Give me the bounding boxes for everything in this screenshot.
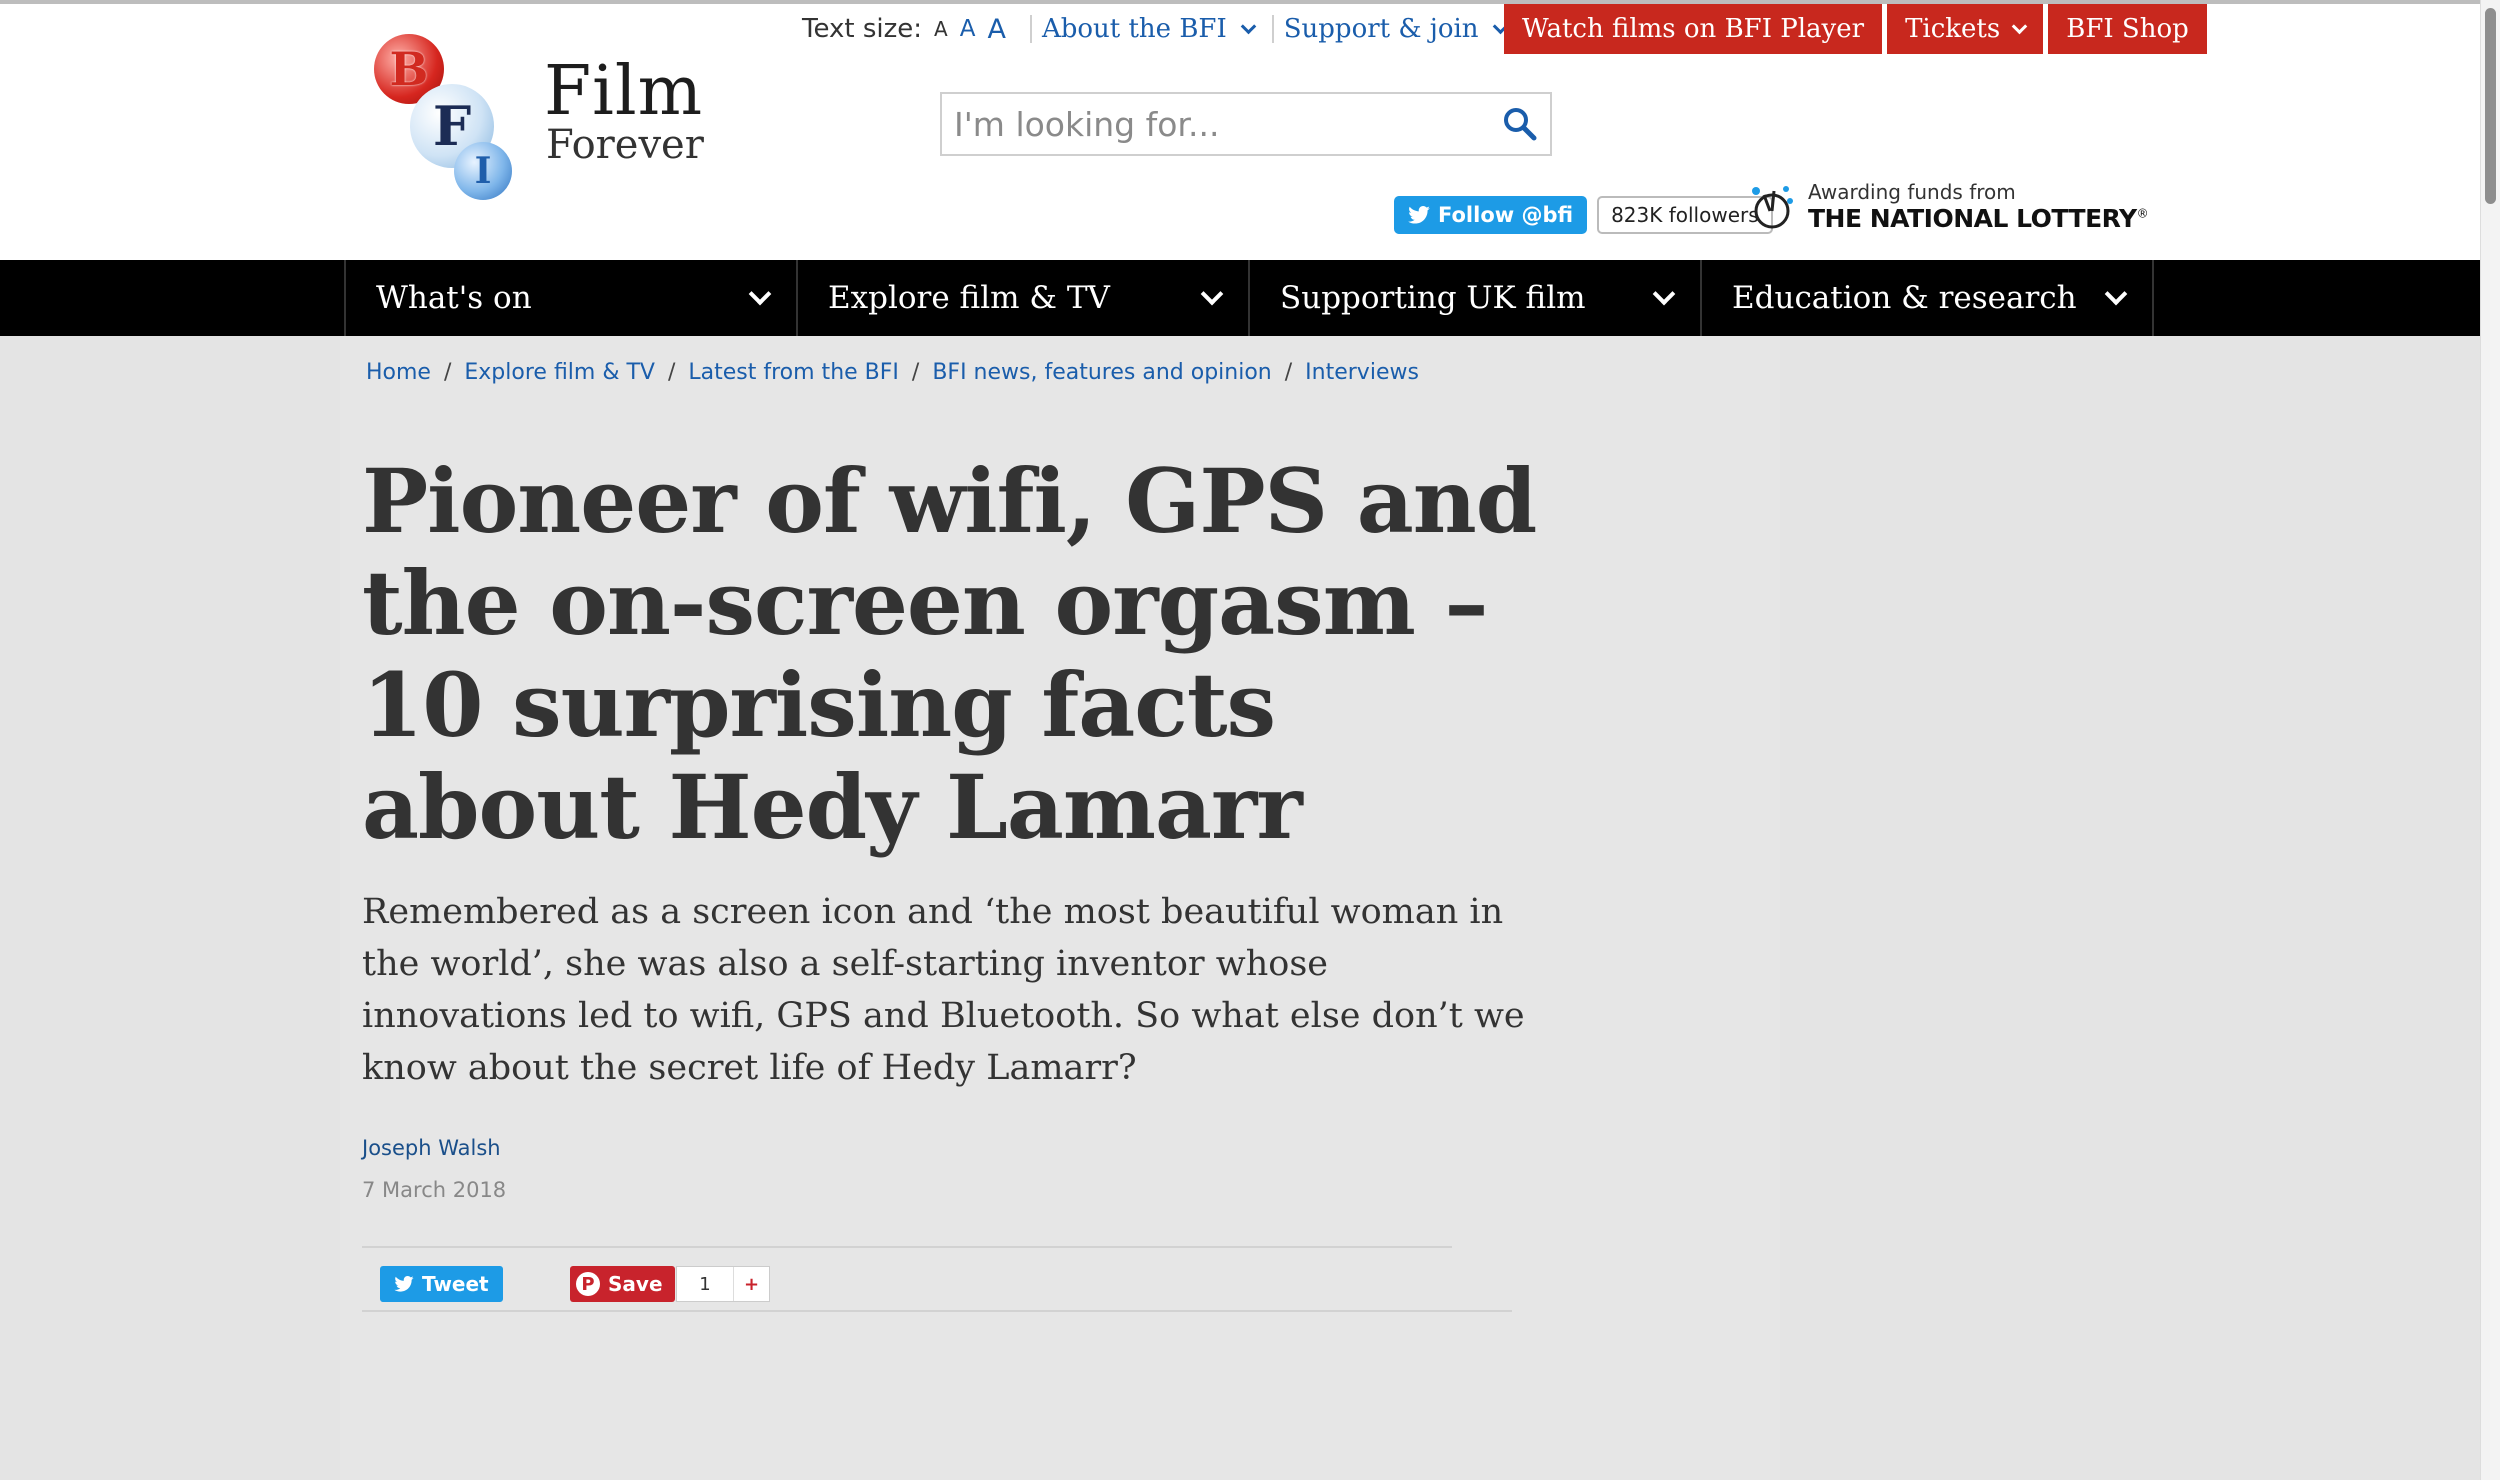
bfi-logo[interactable]: B F I Film Forever xyxy=(368,26,708,206)
breadcrumb-separator: / xyxy=(667,360,676,385)
share-divider-bottom xyxy=(362,1310,1512,1312)
logo-letter-i: I xyxy=(474,150,492,192)
breadcrumb-separator: / xyxy=(1284,360,1293,385)
about-bfi-link[interactable]: About the BFI xyxy=(1042,14,1260,44)
nav-explore-film-tv[interactable]: Explore film & TV xyxy=(796,260,1248,336)
utility-bar: Text size: A A A About the BFI Support &… xyxy=(802,6,1512,52)
twitter-follow-button[interactable]: Follow @bfi xyxy=(1394,196,1588,234)
lottery-line2: THE NATIONAL LOTTERY® xyxy=(1808,204,2149,233)
search-icon[interactable] xyxy=(1490,94,1550,154)
article-author[interactable]: Joseph Walsh xyxy=(362,1136,501,1160)
breadcrumb-bfi-news[interactable]: BFI news, features and opinion xyxy=(932,360,1271,385)
logo-film-text: Film xyxy=(544,52,704,131)
save-label: Save xyxy=(608,1272,663,1296)
action-buttons: Watch films on BFI Player Tickets BFI Sh… xyxy=(1504,4,2207,54)
twitter-follow-label: Follow @bfi xyxy=(1438,203,1574,227)
divider xyxy=(1271,15,1274,43)
main-nav: What's on Explore film & TV Supporting U… xyxy=(344,260,2154,336)
scrollbar-thumb[interactable] xyxy=(2485,8,2496,204)
nav-supporting-uk-film[interactable]: Supporting UK film xyxy=(1248,260,1700,336)
scrollbar[interactable] xyxy=(2480,0,2500,1480)
chevron-down-icon xyxy=(1240,18,1257,34)
lottery-crossed-fingers-icon xyxy=(1752,185,1793,228)
twitter-follow-widget: Follow @bfi 823K followers xyxy=(1394,196,1773,234)
bfi-shop-button[interactable]: BFI Shop xyxy=(2048,4,2207,54)
breadcrumb-explore-film-tv[interactable]: Explore film & TV xyxy=(464,360,655,385)
tickets-label: Tickets xyxy=(1905,14,2001,44)
text-size-small[interactable]: A xyxy=(934,17,948,41)
pinterest-save-button[interactable]: P Save xyxy=(570,1266,675,1302)
nav-education-research[interactable]: Education & research xyxy=(1700,260,2154,336)
tickets-button[interactable]: Tickets xyxy=(1887,4,2044,54)
nav-label: What's on xyxy=(376,280,532,316)
text-size-large[interactable]: A xyxy=(987,14,1005,45)
breadcrumb-separator: / xyxy=(911,360,920,385)
pinterest-save-count: 1 + xyxy=(676,1266,770,1302)
chevron-down-icon xyxy=(1652,282,1676,306)
pinterest-icon: P xyxy=(576,1272,600,1296)
support-join-link[interactable]: Support & join xyxy=(1284,14,1512,44)
text-size-label: Text size: xyxy=(802,14,923,44)
twitter-bird-icon xyxy=(394,1276,414,1292)
nav-whats-on[interactable]: What's on xyxy=(344,260,796,336)
national-lottery-logo[interactable]: Awarding funds from THE NATIONAL LOTTERY… xyxy=(1746,180,2149,233)
nav-label: Supporting UK film xyxy=(1280,280,1586,316)
divider xyxy=(1029,15,1032,43)
breadcrumb-home[interactable]: Home xyxy=(366,360,431,385)
registered-mark: ® xyxy=(2136,206,2149,221)
support-join-label: Support & join xyxy=(1283,14,1479,44)
chevron-down-icon xyxy=(748,282,772,306)
nav-label: Education & research xyxy=(1732,280,2077,316)
breadcrumb-separator: / xyxy=(443,360,452,385)
chevron-down-icon xyxy=(2104,282,2128,306)
article-title: Pioneer of wifi, GPS and the on-screen o… xyxy=(362,449,1537,859)
about-bfi-label: About the BFI xyxy=(1041,14,1227,44)
nav-label: Explore film & TV xyxy=(828,280,1110,316)
tweet-label: Tweet xyxy=(422,1272,489,1296)
breadcrumb: Home / Explore film & TV / Latest from t… xyxy=(366,360,1419,385)
watch-bfi-player-button[interactable]: Watch films on BFI Player xyxy=(1504,4,1883,54)
logo-i-circle: I xyxy=(454,142,512,200)
search-input[interactable] xyxy=(942,94,1490,154)
logo-letter-b: B xyxy=(389,42,429,96)
share-divider-top xyxy=(362,1246,1452,1248)
lottery-name: THE NATIONAL LOTTERY xyxy=(1808,204,2137,233)
save-count-value: 1 xyxy=(699,1273,711,1295)
plus-icon[interactable]: + xyxy=(733,1267,769,1301)
article-date: 7 March 2018 xyxy=(362,1178,507,1202)
chevron-down-icon xyxy=(2011,18,2028,34)
breadcrumb-latest-from-bfi[interactable]: Latest from the BFI xyxy=(688,360,899,385)
text-size-medium[interactable]: A xyxy=(960,16,976,42)
logo-forever-text: Forever xyxy=(546,122,704,168)
breadcrumb-interviews[interactable]: Interviews xyxy=(1305,360,1419,385)
search-box xyxy=(940,92,1552,156)
lottery-line1: Awarding funds from xyxy=(1808,180,2016,204)
twitter-bird-icon xyxy=(1408,206,1430,224)
article-standfirst: Remembered as a screen icon and ‘the mos… xyxy=(362,892,1525,1088)
chevron-down-icon xyxy=(1200,282,1224,306)
tweet-button[interactable]: Tweet xyxy=(380,1266,503,1302)
